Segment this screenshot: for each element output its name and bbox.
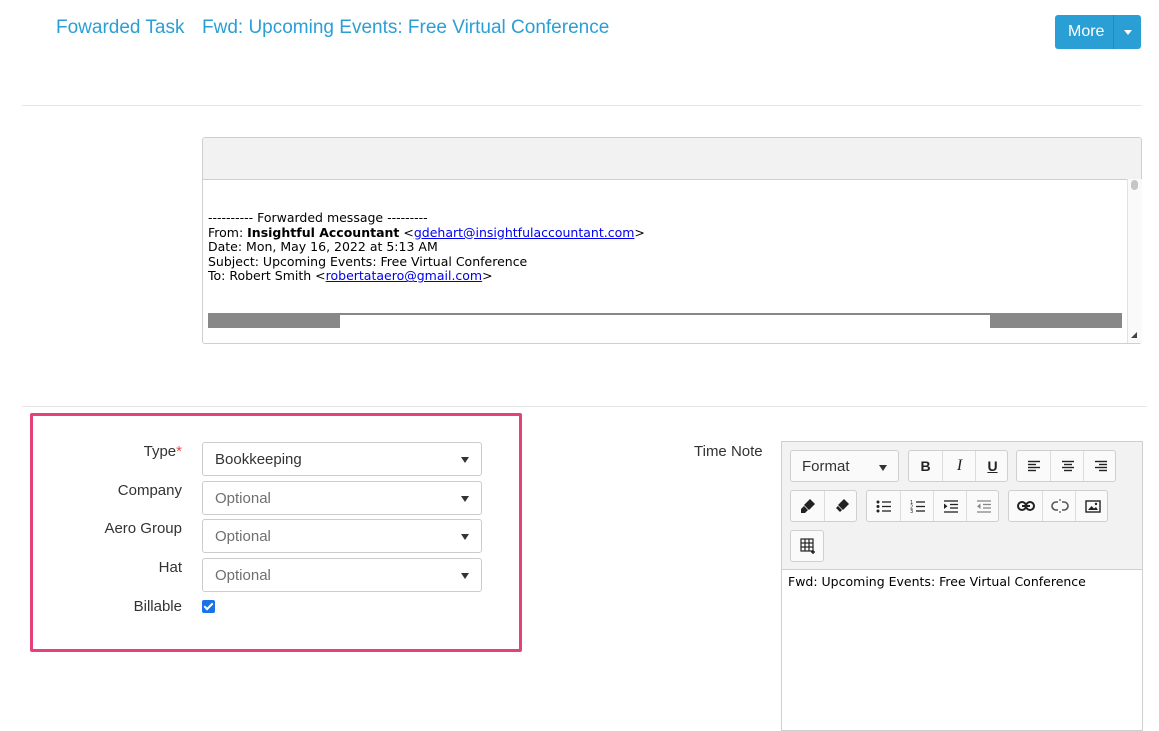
breadcrumb-task-type[interactable]: Fowarded Task	[56, 17, 185, 39]
hat-label: Hat	[158, 559, 182, 576]
insert-group	[1008, 490, 1108, 522]
company-select[interactable]: Optional	[202, 481, 482, 515]
forward-separator: ---------- Forwarded message ---------	[208, 210, 428, 225]
align-group	[1016, 450, 1116, 482]
svg-text:3: 3	[910, 509, 913, 513]
format-dropdown[interactable]: Format	[790, 450, 899, 482]
company-label: Company	[117, 482, 182, 499]
align-left-button[interactable]	[1017, 451, 1050, 481]
billable-checkbox[interactable]	[202, 600, 215, 613]
divider	[22, 406, 1147, 407]
aero-group-placeholder: Optional	[215, 528, 271, 545]
indent-icon	[943, 499, 958, 513]
email-viewer: ---------- Forwarded message --------- F…	[202, 137, 1142, 344]
align-right-button[interactable]	[1083, 451, 1117, 481]
style-group	[790, 490, 857, 522]
date-line: Date: Mon, May 16, 2022 at 5:13 AM	[208, 239, 438, 255]
link-button[interactable]	[1009, 491, 1042, 521]
caret-down-icon	[461, 534, 469, 540]
divider	[22, 105, 1142, 106]
type-select[interactable]: Bookkeeping	[202, 442, 482, 476]
vertical-scrollbar[interactable]	[1127, 179, 1142, 343]
image-button[interactable]	[1075, 491, 1109, 521]
type-select-value: Bookkeeping	[215, 451, 302, 468]
align-center-button[interactable]	[1050, 451, 1084, 481]
caret-down-icon	[879, 465, 887, 471]
bold-icon: B	[920, 458, 931, 474]
text-style-group: B I U	[908, 450, 1008, 482]
italic-button[interactable]: I	[942, 451, 976, 481]
to-email-link[interactable]: robertataero@gmail.com	[326, 268, 483, 284]
more-button-divider	[1113, 15, 1114, 49]
billable-label: Billable	[133, 598, 182, 615]
company-placeholder: Optional	[215, 490, 271, 507]
bullet-list-button[interactable]	[867, 491, 900, 521]
type-label: Type*	[22, 443, 182, 460]
resize-handle[interactable]	[1131, 332, 1137, 338]
outdent-button[interactable]	[966, 491, 1000, 521]
underline-button[interactable]: U	[975, 451, 1009, 481]
page-title: Fwd: Upcoming Events: Free Virtual Confe…	[202, 17, 610, 38]
caret-down-icon	[461, 573, 469, 579]
list-group: 123	[866, 490, 999, 522]
chevron-down-icon[interactable]	[1124, 30, 1132, 35]
clear-format-button[interactable]	[824, 491, 858, 521]
email-body: ---------- Forwarded message --------- F…	[208, 210, 645, 284]
time-note-editor: Format B I U 1 2 3 Fwd: Upcoming Events:…	[781, 441, 1143, 731]
image-placeholder-left	[208, 315, 340, 328]
eraser-brush-icon	[835, 499, 849, 512]
email-toolbar	[203, 138, 1141, 180]
link-icon	[1016, 501, 1035, 511]
outdent-icon	[976, 499, 991, 513]
from-email-link[interactable]: gdehart@insightfulaccountant.com	[414, 225, 635, 240]
numbered-list-icon: 123	[910, 500, 925, 513]
table-button[interactable]	[791, 531, 824, 561]
subject-line: Subject: Upcoming Events: Free Virtual C…	[208, 253, 528, 269]
hat-placeholder: Optional	[215, 567, 271, 584]
table-group	[790, 530, 824, 562]
indent-button[interactable]	[933, 491, 967, 521]
format-label: Format	[802, 458, 850, 475]
aero-group-label: Aero Group	[104, 520, 182, 537]
numbered-list-button[interactable]: 123	[900, 491, 934, 521]
paintbrush-icon	[800, 499, 815, 513]
caret-down-icon	[461, 457, 469, 463]
caret-down-icon	[461, 496, 469, 502]
unlink-button[interactable]	[1042, 491, 1076, 521]
required-marker: *	[176, 443, 182, 460]
vertical-scrollbar-thumb[interactable]	[1131, 180, 1138, 190]
horizontal-rule	[208, 313, 1122, 315]
align-center-icon	[1061, 460, 1074, 472]
bullet-list-icon	[876, 500, 891, 512]
editor-toolbar: Format B I U 1 2 3	[782, 442, 1142, 570]
to-label: To: Robert Smith	[208, 268, 316, 284]
time-note-content[interactable]: Fwd: Upcoming Events: Free Virtual Confe…	[788, 574, 1086, 589]
align-right-icon	[1094, 460, 1107, 472]
underline-icon: U	[987, 458, 998, 474]
hat-select[interactable]: Optional	[202, 558, 482, 592]
from-name: Insightful Accountant	[247, 224, 400, 240]
table-icon	[799, 538, 815, 554]
aero-group-select[interactable]: Optional	[202, 519, 482, 553]
from-label: From:	[208, 224, 248, 240]
image-placeholder-right	[990, 315, 1122, 328]
time-note-label: Time Note	[694, 443, 763, 460]
bold-button[interactable]: B	[909, 451, 942, 481]
image-icon	[1084, 499, 1101, 513]
more-button[interactable]: More	[1055, 15, 1141, 49]
unlink-icon	[1050, 499, 1069, 513]
type-label-text: Type	[143, 443, 177, 460]
more-button-label: More	[1068, 23, 1105, 40]
align-left-icon	[1027, 460, 1040, 472]
italic-icon: I	[956, 457, 963, 474]
format-painter-button[interactable]	[791, 491, 824, 521]
